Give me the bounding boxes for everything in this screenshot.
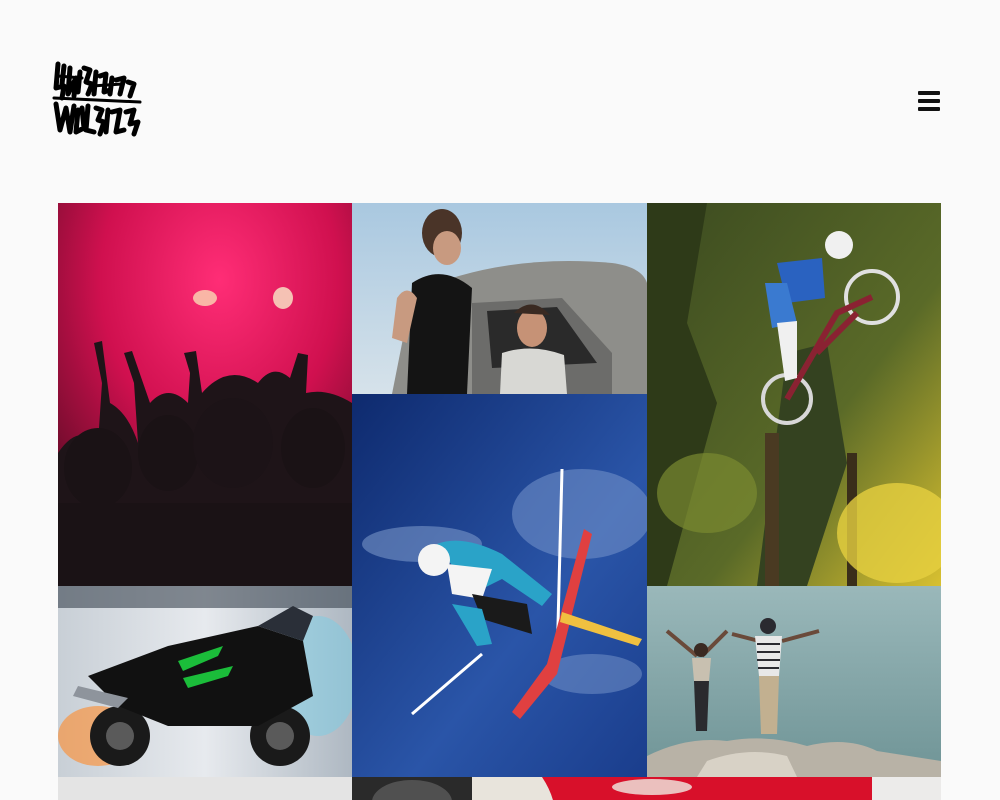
gallery-tile-couple-on-cliff[interactable] — [647, 586, 941, 777]
menu-bar-middle — [918, 99, 940, 103]
graffiti-logo-mark — [52, 61, 142, 137]
hamburger-menu-icon[interactable] — [918, 91, 942, 111]
menu-bar-bottom — [918, 107, 940, 111]
gallery-tile-cropped-photo[interactable] — [352, 777, 941, 800]
couple-in-car-photo — [352, 203, 647, 394]
couple-on-cliff-photo — [647, 586, 941, 777]
portfolio-page — [0, 0, 1000, 800]
mountain-biker-photo — [647, 203, 941, 586]
gallery-tile-motorcycle-burnout[interactable] — [58, 586, 352, 777]
cropped-photo — [352, 777, 941, 800]
gallery-tile-mountain-biker[interactable] — [647, 203, 941, 586]
graffiti-logo[interactable] — [52, 58, 142, 138]
concert-crowd-photo — [58, 203, 352, 586]
freestyle-skier-photo — [352, 394, 647, 777]
gallery-tile-concert-crowd[interactable] — [58, 203, 352, 586]
gallery-tile-couple-in-car[interactable] — [352, 203, 647, 394]
gallery-tile-placeholder[interactable] — [58, 777, 352, 800]
photo-gallery-grid — [58, 203, 941, 800]
gallery-tile-freestyle-skier[interactable] — [352, 394, 647, 777]
menu-bar-top — [918, 91, 940, 95]
motorcycle-burnout-photo — [58, 586, 352, 777]
